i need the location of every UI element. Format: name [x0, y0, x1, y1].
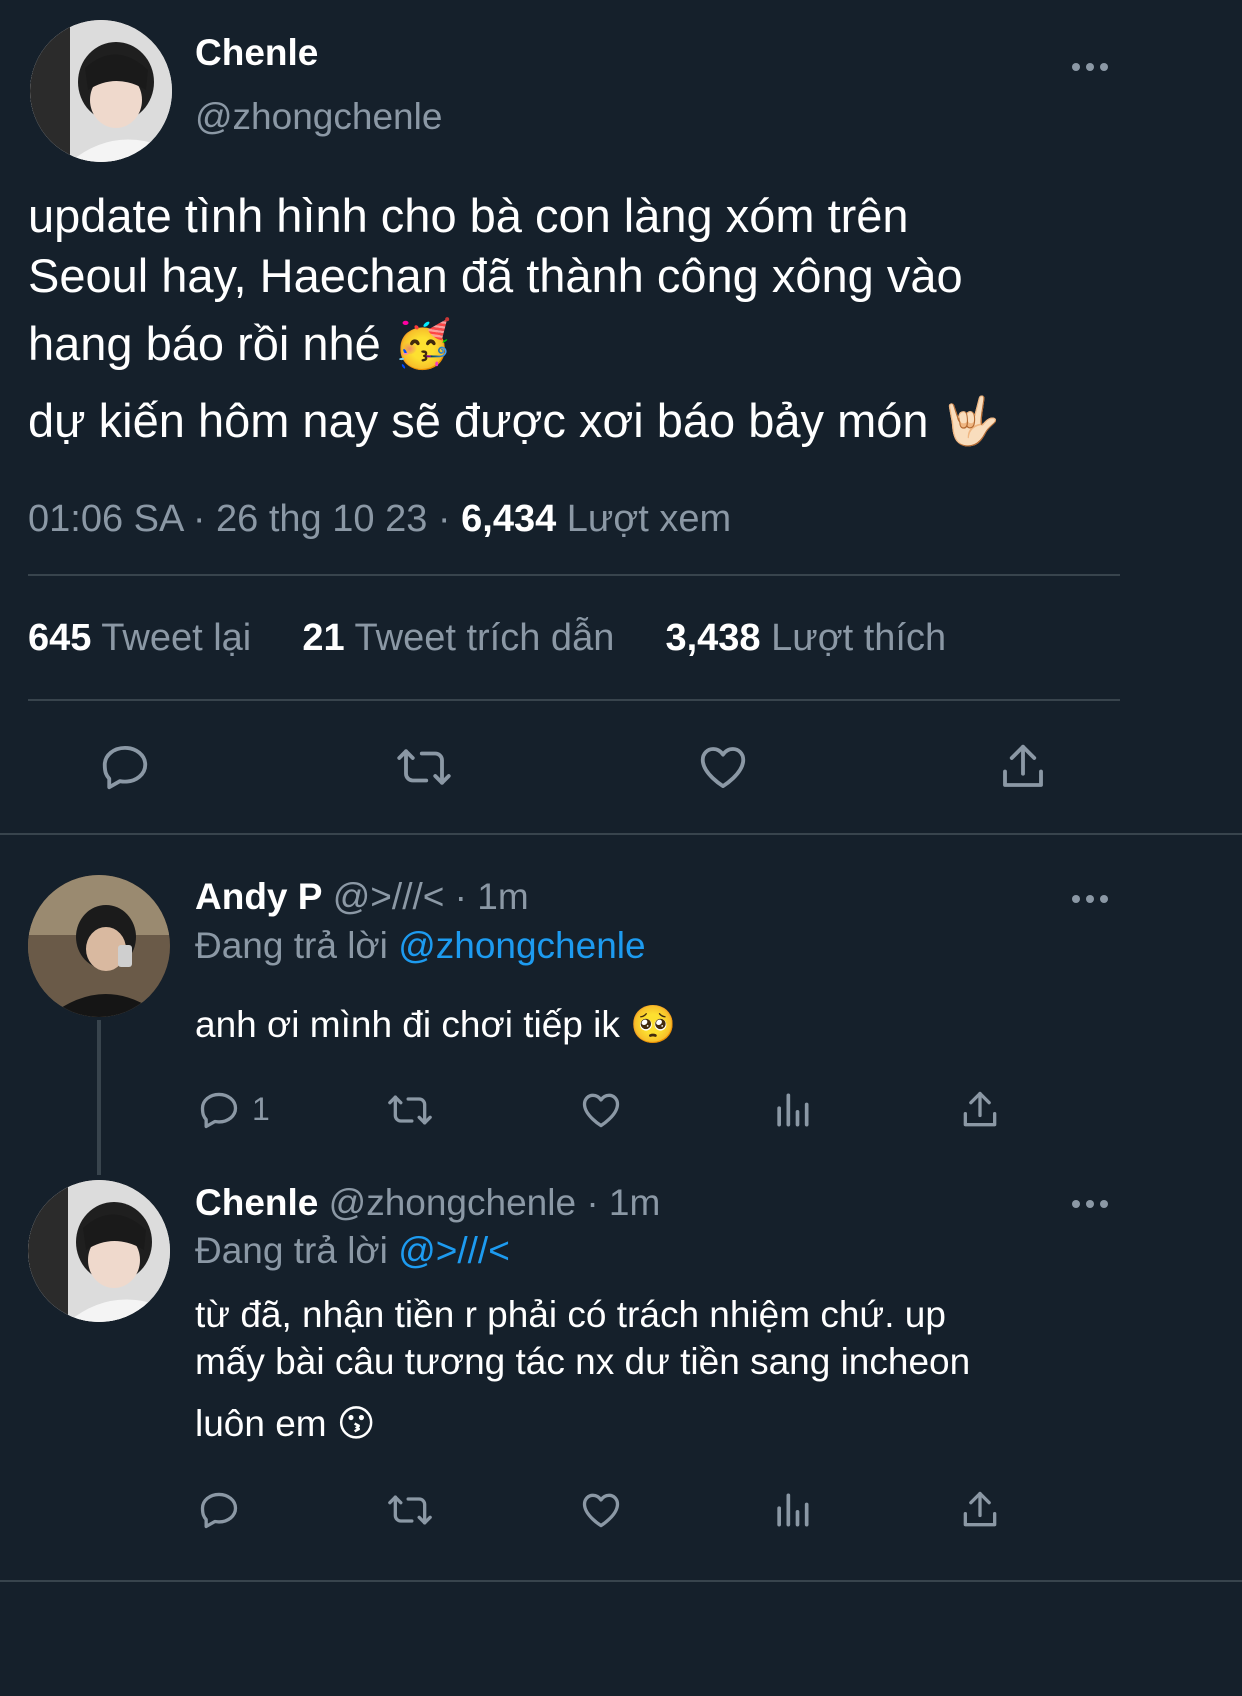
- share-icon[interactable]: [958, 1488, 1002, 1532]
- reply-1-reply-count: 1: [252, 1091, 270, 1127]
- retweet-icon[interactable]: [384, 1088, 436, 1132]
- like-icon[interactable]: [578, 1488, 624, 1532]
- reply-1-text: anh ơi mình đi chơi tiếp ik 🥺: [195, 1003, 676, 1047]
- replying-to-label: Đang trả lời: [195, 1230, 388, 1271]
- kissing-face-emoji: 😗: [336, 1402, 376, 1445]
- main-tweet-text-line-2: Seoul hay, Haechan đã thành công xông và…: [28, 249, 963, 302]
- reply-2-text-line-2: mấy bài câu tương tác nx dư tiền sang in…: [195, 1341, 971, 1382]
- reply-1-handle[interactable]: @>///<: [333, 876, 445, 917]
- reply-1-header: Andy P @>///< · 1m: [195, 876, 529, 918]
- engagement-stats: 645 Tweet lại 21 Tweet trích dẫn 3,438 L…: [28, 617, 946, 660]
- reply-1-avatar[interactable]: [28, 875, 170, 1017]
- reply-icon[interactable]: [197, 1488, 241, 1532]
- reply-2-avatar[interactable]: [28, 1180, 170, 1322]
- reply-2-text-line-3-text: luôn em: [195, 1403, 327, 1444]
- reply-2-text-line-3: luôn em 😗: [195, 1402, 376, 1445]
- reply-1-text-content: anh ơi mình đi chơi tiếp ik: [195, 1004, 620, 1045]
- main-tweet-text-line-4: dự kiến hôm nay sẽ được xơi báo bảy món …: [28, 393, 1000, 449]
- divider: [28, 574, 1120, 576]
- likes-count: 3,438: [665, 617, 761, 659]
- pleading-face-emoji: 🥺: [630, 1003, 677, 1046]
- more-options-icon[interactable]: [1072, 59, 1112, 73]
- tweet-date[interactable]: 26 thg 10 23: [216, 498, 427, 540]
- quotes-label: Tweet trích dẫn: [354, 617, 615, 659]
- rock-on-emoji: 🤟🏻: [941, 394, 1001, 449]
- reply-2-header: Chenle @zhongchenle · 1m: [195, 1182, 660, 1224]
- main-tweet-text-line-3-text: hang báo rồi nhé: [28, 317, 381, 370]
- main-tweet-display-name[interactable]: Chenle: [195, 32, 318, 74]
- reply-1-more-options-icon[interactable]: [1072, 891, 1112, 905]
- tweet-meta: 01:06 SA · 26 thg 10 23 · 6,434 Lượt xem: [28, 498, 731, 541]
- share-icon[interactable]: [958, 1088, 1002, 1132]
- main-tweet-text-line-1: update tình hình cho bà con làng xóm trê…: [28, 189, 909, 242]
- reply-icon[interactable]: [98, 740, 152, 794]
- reply-2-time[interactable]: · 1m: [586, 1182, 660, 1223]
- section-divider: [0, 1580, 1242, 1582]
- reply-1-display-name[interactable]: Andy P: [195, 876, 322, 917]
- reply-2-handle[interactable]: @zhongchenle: [329, 1182, 576, 1223]
- views-label: Lượt xem: [566, 498, 732, 540]
- quotes-count: 21: [302, 617, 345, 659]
- reply-2-replying-to: Đang trả lời @>///<: [195, 1230, 510, 1272]
- partying-face-emoji: 🥳: [393, 317, 453, 372]
- analytics-icon[interactable]: [770, 1488, 814, 1532]
- reply-2-display-name[interactable]: Chenle: [195, 1182, 318, 1223]
- main-tweet-handle[interactable]: @zhongchenle: [195, 96, 442, 138]
- thread-connector-line: [97, 1020, 101, 1175]
- replying-to-mention[interactable]: @>///<: [398, 1230, 510, 1271]
- reply-1-time[interactable]: · 1m: [455, 876, 529, 917]
- replying-to-label: Đang trả lời: [195, 925, 388, 966]
- likes-stat[interactable]: 3,438 Lượt thích: [665, 617, 946, 659]
- reply-2-text-line-1: từ đã, nhận tiền r phải có trách nhiệm c…: [195, 1294, 946, 1335]
- reply-icon[interactable]: [197, 1088, 241, 1132]
- replying-to-mention[interactable]: @zhongchenle: [398, 925, 645, 966]
- retweets-count: 645: [28, 617, 92, 659]
- tweet-time[interactable]: 01:06 SA: [28, 498, 182, 540]
- section-divider: [0, 833, 1242, 835]
- divider: [28, 699, 1120, 701]
- meta-separator: ·: [437, 498, 451, 540]
- main-tweet-avatar[interactable]: [30, 20, 172, 162]
- retweets-stat[interactable]: 645 Tweet lại: [28, 617, 251, 659]
- quotes-stat[interactable]: 21 Tweet trích dẫn: [302, 617, 614, 659]
- like-icon[interactable]: [695, 740, 751, 794]
- analytics-icon[interactable]: [770, 1088, 814, 1132]
- retweets-label: Tweet lại: [101, 617, 252, 659]
- reply-1-replying-to: Đang trả lời @zhongchenle: [195, 925, 646, 967]
- retweet-icon[interactable]: [384, 1488, 436, 1532]
- share-icon[interactable]: [996, 740, 1050, 794]
- retweet-icon[interactable]: [392, 740, 456, 794]
- likes-label: Lượt thích: [771, 617, 947, 659]
- main-tweet-text-line-3: hang báo rồi nhé 🥳: [28, 316, 452, 372]
- meta-separator: ·: [192, 498, 206, 540]
- views-count: 6,434: [461, 498, 557, 540]
- reply-2-more-options-icon[interactable]: [1072, 1196, 1112, 1210]
- main-tweet-text-line-4-text: dự kiến hôm nay sẽ được xơi báo bảy món: [28, 394, 929, 447]
- like-icon[interactable]: [578, 1088, 624, 1132]
